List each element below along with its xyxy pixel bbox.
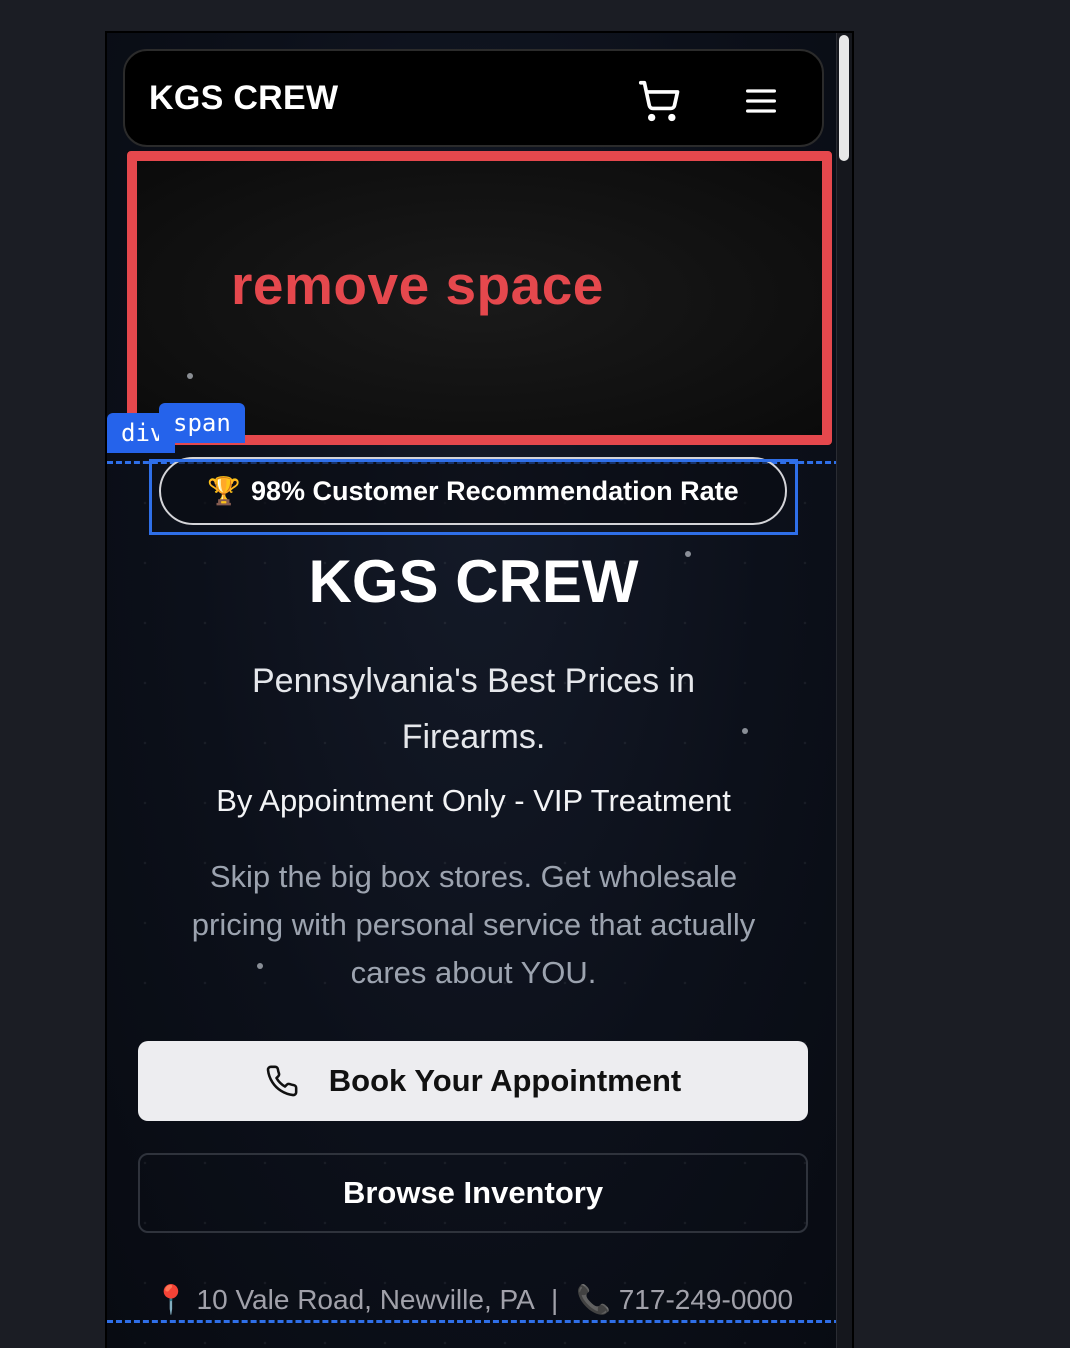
location-pin-icon: 📍 <box>153 1284 189 1315</box>
contact-info: 📍 10 Vale Road, Newville, PA | 📞 717-249… <box>107 1283 840 1316</box>
book-appointment-button[interactable]: Book Your Appointment <box>138 1041 808 1121</box>
devtools-dashed-outline-bottom <box>107 1320 840 1323</box>
devtools-span-outline <box>149 459 798 535</box>
book-appointment-label: Book Your Appointment <box>328 1063 682 1098</box>
scrollbar-thumb[interactable] <box>839 35 849 161</box>
cart-icon <box>638 80 680 122</box>
contact-separator: | <box>551 1284 559 1315</box>
phone-number[interactable]: 717-249-0000 <box>619 1284 793 1315</box>
cart-button[interactable] <box>637 79 681 123</box>
scrollbar[interactable] <box>836 33 852 1348</box>
hero-subtitle: Pennsylvania's Best Prices in Firearms. <box>251 662 696 756</box>
decorative-dot <box>187 373 193 379</box>
navbar: KGS CREW <box>123 49 824 147</box>
browse-inventory-label: Browse Inventory <box>342 1175 604 1210</box>
hero-title: KGS CREW <box>308 548 639 615</box>
hero-tagline: By Appointment Only - VIP Treatment <box>216 783 731 818</box>
menu-button[interactable] <box>741 81 781 121</box>
devtools-span-tag: span <box>159 403 245 443</box>
brand-logo[interactable]: KGS CREW <box>149 79 338 118</box>
hero-description: Skip the big box stores. Get wholesale p… <box>191 859 756 990</box>
browser-viewport: KGS CREW remove space div span 🏆 98% Cus… <box>105 31 854 1348</box>
phone-icon <box>266 1065 298 1097</box>
browse-inventory-button[interactable]: Browse Inventory <box>138 1153 808 1233</box>
address-text: 10 Vale Road, Newville, PA <box>196 1284 534 1315</box>
phone-icon-emoji: 📞 <box>576 1284 611 1315</box>
hamburger-menu-icon <box>746 89 776 113</box>
annotation-label: remove space <box>231 254 604 316</box>
